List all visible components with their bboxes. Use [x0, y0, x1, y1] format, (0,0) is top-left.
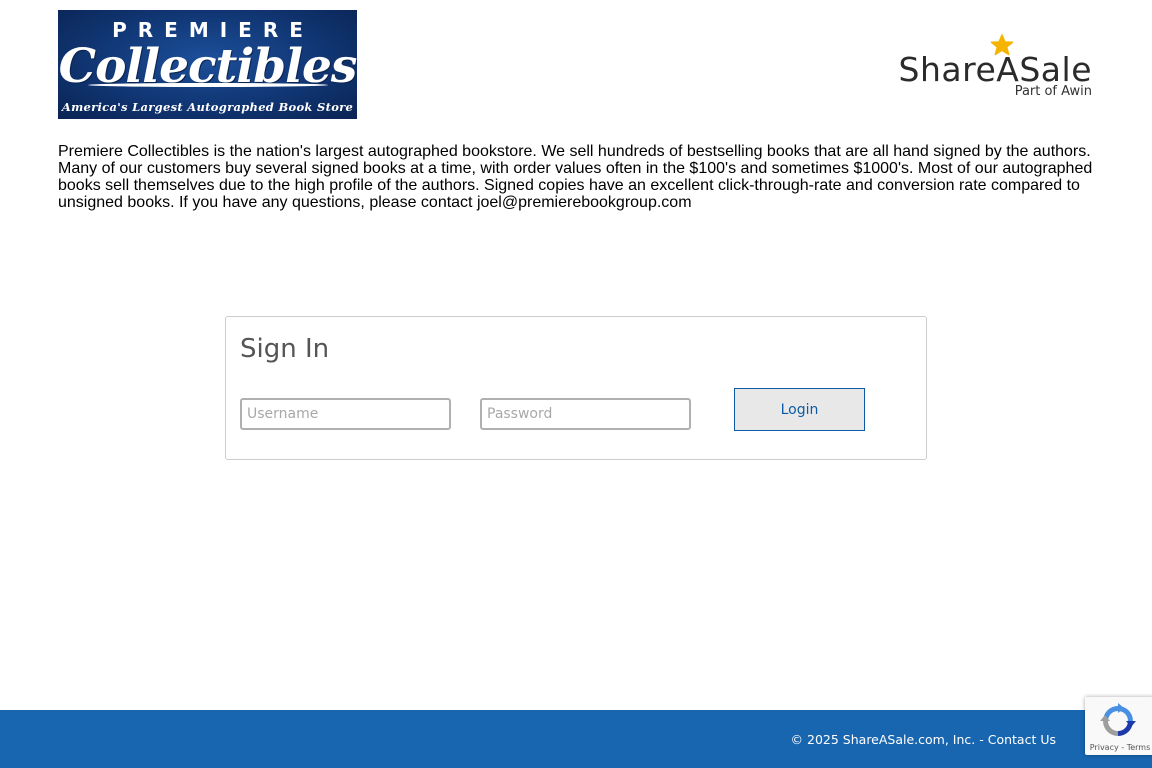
- recaptcha-links[interactable]: Privacy - Terms: [1085, 743, 1152, 752]
- recaptcha-icon: [1100, 703, 1136, 736]
- logo-tagline: America's Largest Autographed Book Store: [61, 100, 354, 114]
- password-input[interactable]: [480, 398, 691, 430]
- footer: © 2025 ShareASale.com, Inc. - Contact Us: [0, 710, 1152, 768]
- username-input[interactable]: [240, 398, 451, 430]
- recaptcha-badge[interactable]: Privacy - Terms: [1085, 697, 1152, 755]
- shareasale-logo[interactable]: ShareASale Part of Awin: [892, 34, 1092, 102]
- footer-copyright: © 2025 ShareASale.com, Inc. -: [790, 732, 988, 747]
- signin-title: Sign In: [240, 334, 330, 364]
- login-button[interactable]: Login: [734, 388, 865, 431]
- signin-panel: Sign In Login: [225, 316, 927, 460]
- footer-text: © 2025 ShareASale.com, Inc. - Contact Us: [791, 732, 1056, 747]
- network-subtitle: Part of Awin: [1014, 84, 1092, 99]
- contact-us-link[interactable]: Contact Us: [988, 732, 1056, 747]
- logo-swoosh: [88, 83, 328, 87]
- merchant-description: Premiere Collectibles is the nation's la…: [58, 143, 1093, 211]
- merchant-logo: PREMIERE Collectibles America's Largest …: [58, 10, 357, 119]
